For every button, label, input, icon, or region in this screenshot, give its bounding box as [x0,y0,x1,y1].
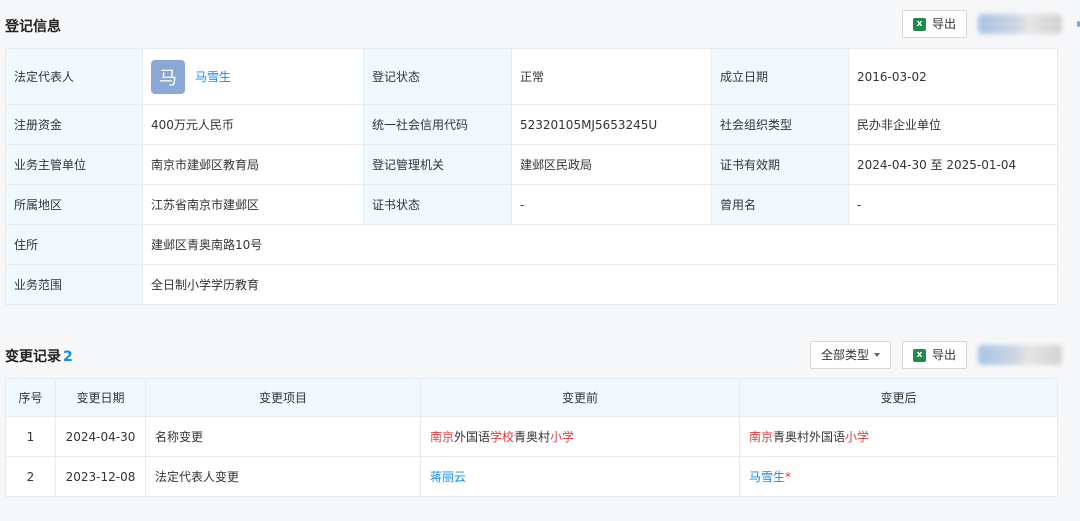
cert-status-value: - [511,184,712,225]
address-label: 住所 [5,224,143,265]
found-date-value: 2016-03-02 [848,48,1058,105]
region-label: 所属地区 [5,184,143,225]
cert-status-label: 证书状态 [363,184,512,225]
col-header-date: 变更日期 [55,378,146,417]
type-filter-dropdown[interactable]: 全部类型 [810,341,892,369]
chevron-down-icon [874,353,881,357]
before-person-link[interactable]: 蒋丽云 [430,470,466,484]
registration-title: 登记信息 [5,19,61,35]
former-name-label: 曾用名 [711,184,849,225]
legal-rep-cell: 马 马雪生 [142,48,364,105]
row-date: 2024-04-30 [55,416,146,457]
excel-icon: x [913,17,926,31]
found-date-label: 成立日期 [711,48,849,105]
before-segment: 学校 [490,430,515,444]
changes-title: 变更记录 2 [5,346,73,366]
after-segment: 青奥村外国语 [773,430,846,444]
before-segment: 青奥村 [514,430,551,444]
changes-export-button[interactable]: x 导出 [902,341,968,369]
asterisk-mark: * [785,470,792,484]
before-segment: 南京 [430,430,455,444]
blurred-redacted-content [978,345,1062,365]
table-row: 法定代表人 马 马雪生 登记状态 正常 成立日期 2016-03-02 [5,48,1058,105]
legal-rep-label: 法定代表人 [5,48,143,105]
col-header-before: 变更前 [420,378,740,417]
cert-valid-label: 证书有效期 [711,144,849,185]
org-type-value: 民办非企业单位 [848,104,1058,145]
credit-code-label: 统一社会信用代码 [363,104,512,145]
capital-value: 400万元人民币 [142,104,364,145]
address-value: 建邺区青奥南路10号 [142,224,1058,265]
row-before: 南京外国语学校青奥村小学 [420,416,740,457]
changes-header: 变更记录 2 全部类型 x 导出 [0,338,1080,372]
before-segment: 小学 [550,430,575,444]
table-row: 注册资金 400万元人民币 统一社会信用代码 52320105MJ5653245… [5,104,1058,145]
row-item: 名称变更 [145,416,421,457]
col-header-no: 序号 [5,378,56,417]
blurred-redacted-content [978,14,1062,34]
row-date: 2023-12-08 [55,456,146,497]
row-no: 1 [5,416,56,457]
before-segment: 外国语 [454,430,491,444]
table-header-row: 序号 变更日期 变更项目 变更前 变更后 [5,378,1058,417]
reg-status-label: 登记状态 [363,48,512,105]
row-after: 马雪生* [739,456,1058,497]
credit-code-value: 52320105MJ5653245U [511,104,712,145]
after-segment: 南京 [749,430,774,444]
row-item: 法定代表人变更 [145,456,421,497]
export-label: 导出 [932,348,957,362]
reg-status-value: 正常 [511,48,712,105]
after-person-link[interactable]: 马雪生 [749,470,785,484]
table-row: 1 2024-04-30 名称变更 南京外国语学校青奥村小学 南京青奥村外国语小… [5,416,1058,457]
changes-count: 2 [63,349,73,365]
type-filter-label: 全部类型 [821,348,870,362]
former-name-value: - [848,184,1058,225]
changes-title-text: 变更记录 [5,349,61,365]
excel-icon: x [913,348,926,362]
registration-header: 登记信息 x 导出 [0,8,1080,42]
table-row: 2 2023-12-08 法定代表人变更 蒋丽云 马雪生* [5,456,1058,497]
authority-label: 登记管理机关 [363,144,512,185]
legal-rep-link[interactable]: 马雪生 [195,68,231,85]
changes-table: 序号 变更日期 变更项目 变更前 变更后 1 2024-04-30 名称变更 南… [5,378,1058,497]
region-value: 江苏省南京市建邺区 [142,184,364,225]
cert-valid-value: 2024-04-30 至 2025-01-04 [848,144,1058,185]
org-type-label: 社会组织类型 [711,104,849,145]
row-no: 2 [5,456,56,497]
avatar: 马 [151,59,185,94]
export-label: 导出 [932,17,957,31]
table-row: 业务主管单位 南京市建邺区教育局 登记管理机关 建邺区民政局 证书有效期 202… [5,144,1058,185]
scope-value: 全日制小学学历教育 [142,264,1058,305]
after-segment: 小学 [845,430,870,444]
table-row: 所属地区 江苏省南京市建邺区 证书状态 - 曾用名 - [5,184,1058,225]
registration-export-button[interactable]: x 导出 [902,10,968,38]
supervisor-label: 业务主管单位 [5,144,143,185]
row-after: 南京青奥村外国语小学 [739,416,1058,457]
row-before: 蒋丽云 [420,456,740,497]
table-row: 住所 建邺区青奥南路10号 [5,224,1058,265]
col-header-item: 变更项目 [145,378,421,417]
table-row: 业务范围 全日制小学学历教育 [5,264,1058,305]
authority-value: 建邺区民政局 [511,144,712,185]
registration-table: 法定代表人 马 马雪生 登记状态 正常 成立日期 2016-03-02 注册资金… [5,48,1058,305]
supervisor-value: 南京市建邺区教育局 [142,144,364,185]
capital-label: 注册资金 [5,104,143,145]
scope-label: 业务范围 [5,264,143,305]
col-header-after: 变更后 [739,378,1058,417]
